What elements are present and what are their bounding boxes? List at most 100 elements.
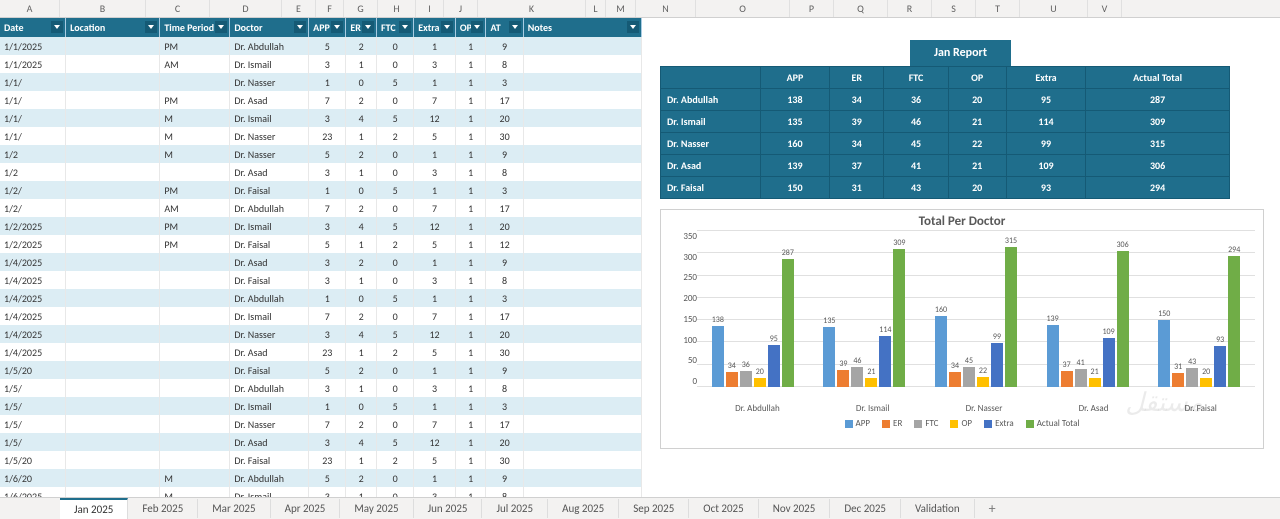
main-data-table[interactable]: DateLocationTime PeriodDoctorAPPERFTCExt… [0,18,642,497]
header-er[interactable]: ER [346,18,377,37]
table-row[interactable]: 1/5/Dr. Abdullah310318 [0,379,642,397]
table-row[interactable]: 1/4/2025Dr. Faisal310318 [0,271,642,289]
header-at[interactable]: AT [486,18,523,37]
col-header-L[interactable]: L [586,0,606,17]
chart-y-axis: 350300250200150100500 [669,231,697,401]
bar-app: 138 [712,326,724,388]
col-header-N[interactable]: N [636,0,696,17]
tab-jan-2025[interactable]: Jan 2025 [60,498,128,519]
header-time-period[interactable]: Time Period [160,18,230,37]
table-row[interactable]: 1/2/2025PMDr. Ismail34512120 [0,217,642,235]
col-header-I[interactable]: I [416,0,444,17]
table-row[interactable]: 1/5/20Dr. Faisal520119 [0,361,642,379]
table-row[interactable]: 1/1/2025PMDr. Abdullah520119 [0,37,642,55]
table-row[interactable]: 1/4/2025Dr. Asad320119 [0,253,642,271]
header-location[interactable]: Location [66,18,160,37]
col-header-A[interactable]: A [0,0,60,17]
legend-item: ER [882,418,902,429]
header-notes[interactable]: Notes [523,18,641,37]
table-row[interactable]: 1/6/2025MDr. Ismail310318 [0,487,642,497]
table-row[interactable]: 1/4/2025Dr. Nasser34512120 [0,325,642,343]
tab-aug-2025[interactable]: Aug 2025 [548,499,619,518]
table-row[interactable]: 1/5/Dr. Asad34512120 [0,433,642,451]
tab-may-2025[interactable]: May 2025 [340,499,413,518]
filter-icon[interactable] [627,21,639,33]
header-app[interactable]: APP [309,18,346,37]
table-row[interactable]: 1/4/2025Dr. Asad23125130 [0,343,642,361]
col-header-C[interactable]: C [146,0,210,17]
col-header-E[interactable]: E [282,0,316,17]
table-row[interactable]: 1/1/PMDr. Asad7207117 [0,91,642,109]
col-header-K[interactable]: K [478,0,586,17]
filter-icon[interactable] [441,21,453,33]
filter-icon[interactable] [362,21,374,33]
filter-icon[interactable] [399,21,411,33]
header-extra[interactable]: Extra [414,18,456,37]
tab-feb-2025[interactable]: Feb 2025 [128,499,198,518]
table-row[interactable]: 1/4/2025Dr. Abdullah105113 [0,289,642,307]
summary-header: OP [948,67,1006,89]
tab-jul-2025[interactable]: Jul 2025 [482,499,548,518]
col-header-Q[interactable]: Q [834,0,888,17]
tab-nov-2025[interactable]: Nov 2025 [759,499,831,518]
summary-row[interactable]: Dr. Asad139374121109306 [661,155,1230,177]
add-sheet-button[interactable]: + [975,500,1010,517]
col-header-P[interactable]: P [790,0,834,17]
summary-row[interactable]: Dr. Faisal15031432093294 [661,177,1230,199]
tab-validation[interactable]: Validation [901,499,975,518]
table-row[interactable]: 1/5/Dr. Nasser7207117 [0,415,642,433]
table-row[interactable]: 1/2Dr. Asad310318 [0,163,642,181]
filter-icon[interactable] [215,21,227,33]
col-header-T[interactable]: T [976,0,1020,17]
header-doctor[interactable]: Doctor [230,18,309,37]
table-row[interactable]: 1/6/20MDr. Abdullah520119 [0,469,642,487]
table-row[interactable]: 1/2/PMDr. Faisal105113 [0,181,642,199]
col-header-V[interactable]: V [1088,0,1122,17]
sheet-tab-bar[interactable]: Jan 2025Feb 2025Mar 2025Apr 2025May 2025… [0,497,1280,519]
tab-oct-2025[interactable]: Oct 2025 [689,499,758,518]
filter-icon[interactable] [509,21,521,33]
bar-group: 139374121109306 [1047,251,1129,387]
tab-dec-2025[interactable]: Dec 2025 [830,499,901,518]
tab-jun-2025[interactable]: Jun 2025 [414,499,483,518]
table-row[interactable]: 1/4/2025Dr. Ismail7207117 [0,307,642,325]
header-date[interactable]: Date [0,18,66,37]
col-header-U[interactable]: U [1020,0,1088,17]
bar-app: 160 [935,316,947,387]
table-row[interactable]: 1/5/20Dr. Faisal23125130 [0,451,642,469]
tab-apr-2025[interactable]: Apr 2025 [271,499,341,518]
col-header-B[interactable]: B [60,0,146,17]
col-header-S[interactable]: S [932,0,976,17]
table-row[interactable]: 1/1/2025AMDr. Ismail310318 [0,55,642,73]
summary-row[interactable]: Dr. Nasser16034452299315 [661,133,1230,155]
col-header-M[interactable]: M [606,0,636,17]
table-row[interactable]: 1/1/MDr. Nasser23125130 [0,127,642,145]
table-row[interactable]: 1/1/Dr. Nasser105113 [0,73,642,91]
col-header-O[interactable]: O [696,0,790,17]
col-header-H[interactable]: H [378,0,416,17]
filter-icon[interactable] [145,21,157,33]
header-op[interactable]: OP [455,18,486,37]
col-header-D[interactable]: D [210,0,282,17]
filter-icon[interactable] [294,21,306,33]
col-header-F[interactable]: F [316,0,344,17]
table-row[interactable]: 1/1/MDr. Ismail34512120 [0,109,642,127]
filter-icon[interactable] [51,21,63,33]
summary-row[interactable]: Dr. Ismail135394621114309 [661,111,1230,133]
col-header-R[interactable]: R [888,0,932,17]
summary-table[interactable]: APPERFTCOPExtraActual Total Dr. Abdullah… [660,66,1230,199]
table-row[interactable]: 1/2/AMDr. Abdullah7207117 [0,199,642,217]
tab-mar-2025[interactable]: Mar 2025 [198,499,270,518]
chart-legend: APPERFTCOPExtraActual Total [669,418,1255,429]
filter-icon[interactable] [331,21,343,33]
tab-sep-2025[interactable]: Sep 2025 [619,499,689,518]
col-header-J[interactable]: J [444,0,478,17]
chart-total-per-doctor[interactable]: Total Per Doctor 350300250200150100500 1… [660,209,1264,449]
header-ftc[interactable]: FTC [377,18,414,37]
filter-icon[interactable] [471,21,483,33]
col-header-G[interactable]: G [344,0,378,17]
table-row[interactable]: 1/5/Dr. Ismail105113 [0,397,642,415]
summary-row[interactable]: Dr. Abdullah13834362095287 [661,89,1230,111]
table-row[interactable]: 1/2MDr. Nasser520119 [0,145,642,163]
table-row[interactable]: 1/2/2025PMDr. Faisal5125112 [0,235,642,253]
